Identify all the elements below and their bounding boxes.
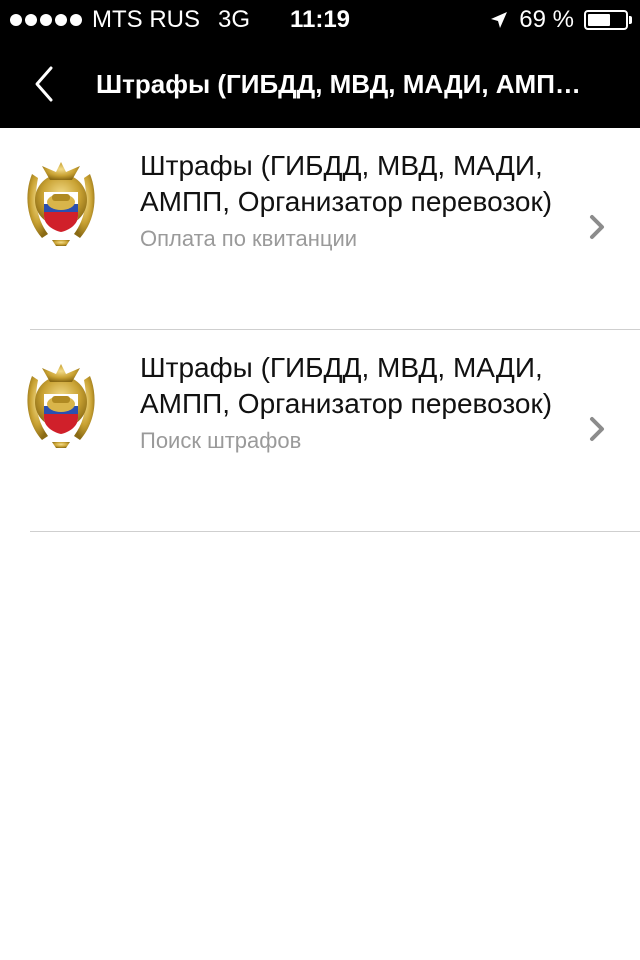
page-title: Штрафы (ГИБДД, МВД, МАДИ, АМП… xyxy=(96,69,581,99)
list-item-subtitle: Поиск штрафов xyxy=(140,428,302,453)
back-button[interactable] xyxy=(20,60,68,108)
battery-icon xyxy=(584,10,632,30)
chevron-right-icon xyxy=(590,215,604,239)
service-list: Штрафы (ГИБДД, МВД, МАДИ, АМПП, Организа… xyxy=(0,128,640,532)
status-right: 69 % xyxy=(489,0,632,40)
navigation-bar: Штрафы (ГИБДД, МВД, МАДИ, АМП… xyxy=(0,40,640,128)
list-item-pay-by-receipt[interactable]: Штрафы (ГИБДД, МВД, МАДИ, АМПП, Организа… xyxy=(0,128,640,330)
app-screen: MTS RUS 3G 11:19 69 % Штрафы (ГИБДД, МВД… xyxy=(0,0,640,960)
location-arrow-icon xyxy=(491,12,508,28)
battery-percent: 69 % xyxy=(519,6,574,33)
chevron-left-icon xyxy=(35,66,53,102)
chevron-right-icon xyxy=(590,417,604,441)
list-item-title: Штрафы (ГИБДД, МВД, МАДИ, АМПП, Организа… xyxy=(140,150,553,217)
gibdd-emblem-icon xyxy=(27,364,95,448)
list-item-fine-search[interactable]: Штрафы (ГИБДД, МВД, МАДИ, АМПП, Организа… xyxy=(0,330,640,532)
gibdd-emblem-icon xyxy=(27,162,95,246)
divider xyxy=(30,531,640,532)
battery-fill xyxy=(588,14,610,26)
list-item-subtitle: Оплата по квитанции xyxy=(140,226,358,251)
status-bar: MTS RUS 3G 11:19 69 % xyxy=(0,0,640,40)
list-item-title: Штрафы (ГИБДД, МВД, МАДИ, АМПП, Организа… xyxy=(140,352,553,419)
